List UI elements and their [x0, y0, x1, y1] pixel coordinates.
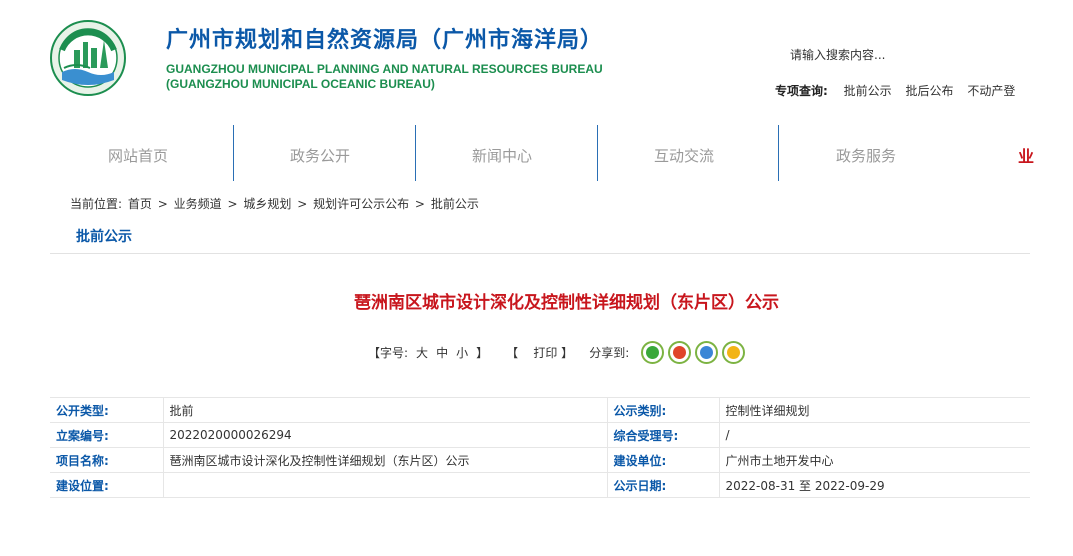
site-header: 广州市规划和自然资源局（广州市海洋局） GUANGZHOU MUNICIPAL … [0, 0, 1073, 120]
article-title: 琶洲南区城市设计深化及控制性详细规划（东片区）公示 [354, 293, 779, 313]
special-link-real-estate[interactable]: 不动产登 [967, 84, 1015, 98]
section-divider [50, 253, 1030, 254]
breadcrumb-sep: > [414, 197, 425, 211]
label-project-name: 项目名称: [50, 447, 163, 473]
share-label: 分享到: [589, 345, 630, 360]
nav-separator [233, 125, 234, 181]
bureau-logo[interactable] [50, 20, 126, 96]
font-size-close: 】 [476, 345, 489, 360]
breadcrumb: 当前位置: 首页 > 业务频道 > 城乡规划 > 规划许可公示公布 > 批前公示 [70, 195, 481, 212]
breadcrumb-sep: > [157, 197, 168, 211]
label-acceptance-number: 综合受理号: [606, 422, 719, 448]
label-notice-category: 公示类别: [606, 397, 719, 423]
value-notice-category: 控制性详细规划 [718, 397, 1030, 423]
site-title-cn: 广州市规划和自然资源局（广州市海洋局） [166, 28, 604, 53]
article-tools: 【字号: 大 中 小 】 【 打印 】 分享到: [368, 338, 746, 366]
font-size-medium[interactable]: 中 [436, 344, 448, 361]
nav-separator [415, 125, 416, 181]
search-input[interactable]: 请输入搜索内容... [790, 46, 885, 63]
qq-icon[interactable] [695, 340, 719, 364]
font-size-large[interactable]: 大 [416, 344, 428, 361]
table-row: 建设位置: 公示日期: 2022-08-31 至 2022-09-29 [50, 472, 1030, 498]
label-construction-location: 建设位置: [50, 472, 163, 498]
value-construction-unit: 广州市土地开发中心 [718, 447, 1030, 473]
value-notice-date: 2022-08-31 至 2022-09-29 [718, 472, 1030, 498]
table-row: 立案编号: 2022020000026294 综合受理号: / [50, 422, 1030, 448]
special-link-pre-approval[interactable]: 批前公示 [844, 84, 892, 98]
breadcrumb-home[interactable]: 首页 [128, 197, 152, 211]
label-notice-date: 公示日期: [606, 472, 719, 498]
weibo-icon[interactable] [668, 340, 692, 364]
special-link-post-approval[interactable]: 批后公布 [905, 84, 953, 98]
table-row: 公开类型: 批前 公示类别: 控制性详细规划 [50, 397, 1030, 423]
label-construction-unit: 建设单位: [606, 447, 719, 473]
breadcrumb-sep: > [227, 197, 238, 211]
value-acceptance-number: / [718, 422, 1030, 448]
nav-home[interactable]: 网站首页 [108, 145, 168, 166]
info-table: 公开类型: 批前 公示类别: 控制性详细规划 立案编号: 20220200000… [50, 397, 1030, 498]
wechat-icon[interactable] [641, 340, 665, 364]
site-title-en-line2: (GUANGZHOU MUNICIPAL OCEANIC BUREAU) [166, 77, 435, 91]
breadcrumb-label: 当前位置: [70, 197, 123, 211]
font-size-small[interactable]: 小 [456, 344, 468, 361]
font-size-label: 【字号: [368, 345, 409, 360]
qzone-icon[interactable] [722, 340, 746, 364]
breadcrumb-pre-approval[interactable]: 批前公示 [431, 197, 479, 211]
label-case-number: 立案编号: [50, 422, 163, 448]
value-case-number: 2022020000026294 [162, 422, 607, 448]
print-button[interactable]: 【 打印 】 [506, 344, 573, 361]
table-row: 项目名称: 琶洲南区城市设计深化及控制性详细规划（东片区）公示 建设单位: 广州… [50, 447, 1030, 473]
site-title-en-line1: GUANGZHOU MUNICIPAL PLANNING AND NATURAL… [166, 62, 603, 76]
main-nav: 网站首页 政务公开 新闻中心 互动交流 政务服务 业 [50, 125, 1034, 181]
nav-separator [778, 125, 779, 181]
value-project-name: 琶洲南区城市设计深化及控制性详细规划（东片区）公示 [162, 447, 607, 473]
special-query-label: 专项查询: [775, 84, 828, 98]
nav-services[interactable]: 政务服务 [836, 145, 896, 166]
nav-gov-affairs[interactable]: 政务公开 [290, 145, 350, 166]
special-query: 专项查询: 批前公示 批后公布 不动产登 [775, 82, 1025, 99]
nav-interaction[interactable]: 互动交流 [654, 145, 714, 166]
nav-business[interactable]: 业 [1018, 143, 1034, 167]
breadcrumb-urban-planning[interactable]: 城乡规划 [243, 197, 291, 211]
nav-news[interactable]: 新闻中心 [472, 145, 532, 166]
breadcrumb-permit-notices[interactable]: 规划许可公示公布 [313, 197, 409, 211]
label-disclosure-type: 公开类型: [50, 397, 163, 423]
breadcrumb-sep: > [297, 197, 308, 211]
section-title: 批前公示 [76, 229, 132, 245]
value-construction-location [162, 472, 607, 498]
breadcrumb-business[interactable]: 业务频道 [174, 197, 222, 211]
nav-separator [597, 125, 598, 181]
value-disclosure-type: 批前 [162, 397, 607, 423]
